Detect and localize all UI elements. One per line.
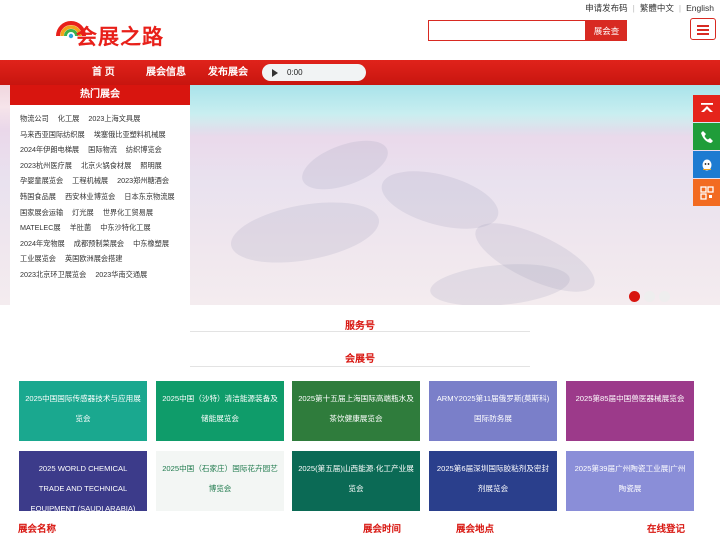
- hot-expo-link[interactable]: 中东沙特化工展: [100, 223, 150, 232]
- expo-card[interactable]: 2025中国（沙特）清洁能源装备及储能展览会: [156, 381, 284, 441]
- hot-expo-link[interactable]: 灯光展: [72, 208, 94, 217]
- logo-text: 会展之路: [76, 25, 164, 49]
- menu-toggle-button[interactable]: [690, 18, 716, 40]
- play-icon[interactable]: [272, 68, 278, 77]
- hot-expo-row: 2023北京环卫展览会 2023华南交通展: [20, 270, 156, 280]
- expo-card-title: 2025中国（石家庄）国际花卉园艺博览会: [162, 464, 278, 493]
- qrcode-icon[interactable]: [693, 179, 720, 206]
- pager-dot[interactable]: [629, 291, 640, 302]
- main-nav: 首 页 展会信息 发布展会 0:00: [0, 60, 720, 85]
- section-title-expo: 会展号: [345, 354, 375, 365]
- expo-card[interactable]: 2025(第五届)山西能源·化工产业展览会: [292, 451, 420, 511]
- hot-expo-panel: 热门展会 物流公司 化工展 2023上海文具展 马来西亚国际纺织展 埃塞俄比亚塑料机械展…: [10, 85, 190, 305]
- hot-expo-link[interactable]: 工业展览会: [20, 254, 56, 263]
- expo-card[interactable]: ARMY2025第11届俄罗斯(莫斯科)国际防务展: [429, 381, 557, 441]
- hot-expo-link[interactable]: 化工展: [58, 114, 80, 123]
- hot-expo-link[interactable]: 世界化工贸易展: [103, 208, 153, 217]
- col-expo-venue: 展会地点: [456, 524, 495, 535]
- hot-expo-link[interactable]: 纺织博览会: [126, 145, 162, 154]
- expo-card[interactable]: 2025 WORLD CHEMICAL TRADE AND TECHNICAL …: [19, 451, 147, 511]
- section-title-service: 服务号: [345, 321, 375, 332]
- hot-expo-title: 热门展会: [10, 85, 190, 105]
- qq-icon[interactable]: [693, 151, 720, 178]
- search-button[interactable]: 展会查: [586, 20, 627, 41]
- hot-expo-link[interactable]: 照明展: [140, 161, 162, 170]
- expo-card[interactable]: 2025中国（石家庄）国际花卉园艺博览会: [156, 451, 284, 511]
- hot-expo-link[interactable]: 埃塞俄比亚塑料机械展: [94, 130, 166, 139]
- expo-card-title: 2025第6届深圳国际胶粘剂及密封剂展览会: [436, 464, 550, 493]
- nav-publish-expo[interactable]: 发布展会: [208, 60, 248, 85]
- hot-expo-link[interactable]: 中东橡塑展: [133, 239, 169, 248]
- hot-expo-link[interactable]: 西安林业博览会: [65, 192, 115, 201]
- hot-expo-row: 孕婴童展览会 工程机械展 2023郑州糖酒会: [20, 176, 178, 186]
- hot-expo-link[interactable]: 北京火锅食材展: [81, 161, 131, 170]
- banner-pager: [629, 291, 670, 302]
- expo-card[interactable]: 2025第6届深圳国际胶粘剂及密封剂展览会: [429, 451, 557, 511]
- hot-expo-row: 马来西亚国际纺织展 埃塞俄比亚塑料机械展: [20, 130, 175, 140]
- expo-card[interactable]: 2025第十五届上海国际高端瓶水及茶饮健康展览会: [292, 381, 420, 441]
- hot-expo-link[interactable]: 韩国食品展: [20, 192, 56, 201]
- expo-card-title: 2025第85届中国兽医器械展览会: [575, 394, 685, 403]
- site-header: 会展之路 申请发布码 | 繁體中文 | English 展会查: [0, 0, 720, 60]
- hot-expo-link[interactable]: 成都预制菜展会: [74, 239, 124, 248]
- hot-expo-link[interactable]: MATELEC展: [20, 223, 61, 232]
- hot-expo-link[interactable]: 物流公司: [20, 114, 49, 123]
- hot-expo-link[interactable]: 2023上海文具展: [88, 114, 140, 123]
- hamburger-icon: [697, 25, 709, 27]
- hot-expo-row: 2024年伊朗电梯展 国际物流 纺织博览会: [20, 145, 171, 155]
- page: 会展之路 申请发布码 | 繁體中文 | English 展会查 首 页 展会信息…: [0, 0, 720, 540]
- col-expo-name: 展会名称: [18, 524, 57, 535]
- nav-expo-info[interactable]: 展会信息: [146, 60, 186, 85]
- hot-expo-row: 2024年宠物展 成都预制菜展会 中东橡塑展: [20, 239, 178, 249]
- hot-expo-link[interactable]: 国际物流: [88, 145, 117, 154]
- hot-expo-link[interactable]: 孕婴童展览会: [20, 176, 63, 185]
- hot-expo-link[interactable]: 2024年宠物展: [20, 239, 65, 248]
- expo-card-title: 2025 WORLD CHEMICAL TRADE AND TECHNICAL …: [30, 464, 136, 511]
- search-input[interactable]: [428, 20, 586, 41]
- col-expo-time: 展会时间: [363, 524, 402, 535]
- expo-card-title: 2025中国国际传感器技术与应用展览会: [25, 394, 141, 423]
- hot-expo-link[interactable]: 2024年伊朗电梯展: [20, 145, 79, 154]
- hot-expo-link[interactable]: 国家展会运输: [20, 208, 63, 217]
- hot-expo-row: 2023杭州医疗展 北京火锅食材展 照明展: [20, 161, 171, 171]
- hot-expo-link[interactable]: 2023华南交通展: [95, 270, 147, 279]
- audio-time: 0:00: [287, 68, 303, 77]
- phone-icon[interactable]: [693, 123, 720, 150]
- col-online-register: 在线登记: [647, 524, 686, 535]
- hot-expo-link[interactable]: 2023杭州医疗展: [20, 161, 72, 170]
- expo-card[interactable]: 2025第39届广州陶瓷工业展|广州陶瓷展: [566, 451, 694, 511]
- expo-card-title: 2025中国（沙特）清洁能源装备及储能展览会: [162, 394, 278, 423]
- pager-dot[interactable]: [644, 291, 655, 302]
- site-logo[interactable]: 会展之路: [54, 12, 166, 50]
- hot-expo-link[interactable]: 马来西亚国际纺织展: [20, 130, 85, 139]
- hot-expo-row: 工业展览会 英国欧洲展会搭建: [20, 254, 131, 264]
- english-link[interactable]: English: [686, 3, 714, 13]
- hot-expo-row: 韩国食品展 西安林业博览会 日本东京物流展: [20, 192, 184, 202]
- hot-expo-row: MATELEC展 羊肚菌 中东沙特化工展: [20, 223, 160, 233]
- hot-expo-link[interactable]: 工程机械展: [72, 176, 108, 185]
- expo-card-title: 2025第十五届上海国际高端瓶水及茶饮健康展览会: [298, 394, 414, 423]
- apply-code-link[interactable]: 申请发布码: [585, 2, 628, 14]
- hot-expo-link[interactable]: 2023郑州糖酒会: [117, 176, 169, 185]
- banner-sea: [190, 85, 720, 137]
- hot-expo-link[interactable]: 英国欧洲展会搭建: [65, 254, 123, 263]
- hot-expo-row: 物流公司 化工展 2023上海文具展: [20, 114, 149, 124]
- expo-card-title: 2025(第五届)山西能源·化工产业展览会: [298, 464, 414, 493]
- expo-card[interactable]: 2025中国国际传感器技术与应用展览会: [19, 381, 147, 441]
- hot-expo-link[interactable]: 日本东京物流展: [124, 192, 174, 201]
- nav-home[interactable]: 首 页: [92, 60, 115, 85]
- audio-player[interactable]: 0:00: [262, 64, 366, 81]
- hot-expo-link[interactable]: 2023北京环卫展览会: [20, 270, 86, 279]
- traditional-chinese-link[interactable]: 繁體中文: [640, 2, 674, 14]
- back-to-top-icon[interactable]: [693, 95, 720, 122]
- hot-expo-row: 国家展会运输 灯光展 世界化工贸易展: [20, 208, 162, 218]
- pager-dot[interactable]: [659, 291, 670, 302]
- expo-card-title: ARMY2025第11届俄罗斯(莫斯科)国际防务展: [436, 394, 550, 423]
- hot-expo-link[interactable]: 羊肚菌: [70, 223, 92, 232]
- top-links: 申请发布码 | 繁體中文 | English: [585, 2, 714, 14]
- expo-card-title: 2025第39届广州陶瓷工业展|广州陶瓷展: [574, 464, 686, 493]
- expo-card[interactable]: 2025第85届中国兽医器械展览会: [566, 381, 694, 441]
